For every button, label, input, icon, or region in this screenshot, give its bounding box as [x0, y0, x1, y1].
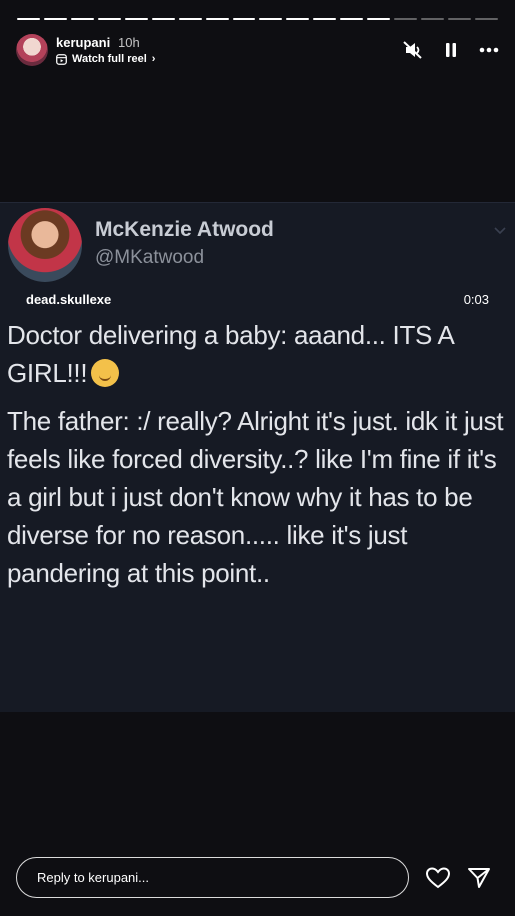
mute-button[interactable]: [403, 40, 423, 60]
progress-segment: [421, 18, 444, 20]
reply-input[interactable]: [16, 857, 409, 898]
progress-segment: [259, 18, 283, 20]
send-button[interactable]: [467, 866, 491, 890]
pause-button[interactable]: [441, 40, 461, 60]
progress-segment: [448, 18, 471, 20]
reel-icon: [56, 53, 67, 65]
story-controls: [403, 40, 499, 60]
story-header: kerupani 10h Watch full reel ›: [16, 32, 499, 72]
post-line-2: The father: :/ really? Alright it's just…: [7, 406, 504, 588]
progress-segment: [151, 18, 175, 20]
watch-full-reel-label: Watch full reel: [72, 53, 147, 65]
heart-icon: [425, 867, 451, 889]
source-account[interactable]: dead.skullexe: [26, 292, 111, 307]
timestamp: 10h: [118, 35, 140, 50]
avatar[interactable]: [16, 34, 48, 66]
send-icon: [468, 868, 490, 888]
progress-segment: [313, 18, 337, 20]
chevron-down-icon: [494, 227, 506, 235]
progress-segment: [394, 18, 418, 20]
post-line-1: Doctor delivering a baby: aaand... ITS A…: [7, 320, 454, 388]
mute-icon: [403, 41, 422, 59]
post-author-handle: @MKatwood: [95, 247, 205, 268]
progress-segment: [340, 18, 364, 20]
progress-segment: [43, 18, 67, 20]
more-options-button[interactable]: [479, 40, 499, 60]
progress-segment: [232, 18, 256, 20]
progress-segment: [70, 18, 94, 20]
story-progress-bar: [17, 18, 498, 21]
video-duration: 0:03: [463, 292, 489, 307]
watch-full-reel-link[interactable]: Watch full reel ›: [56, 53, 155, 65]
progress-segment: [205, 18, 229, 20]
chevron-right-icon: ›: [151, 53, 156, 65]
pause-icon: [446, 43, 456, 57]
progress-segment: [178, 18, 202, 20]
post-author-avatar: [8, 208, 82, 282]
progress-segment: [367, 18, 391, 20]
more-icon: [479, 47, 499, 53]
username[interactable]: kerupani: [56, 35, 110, 50]
post-text: Doctor delivering a baby: aaand... ITS A…: [7, 316, 512, 602]
progress-segment: [124, 18, 148, 20]
post-author-name: McKenzie Atwood: [95, 218, 274, 241]
like-button[interactable]: [425, 866, 451, 890]
progress-segment: [286, 18, 310, 20]
progress-segment: [97, 18, 121, 20]
progress-segment: [474, 18, 498, 20]
baby-emoji-icon: [91, 359, 120, 387]
story-media[interactable]: McKenzie Atwood @MKatwood dead.skullexe …: [0, 202, 515, 712]
progress-segment: [17, 18, 40, 20]
